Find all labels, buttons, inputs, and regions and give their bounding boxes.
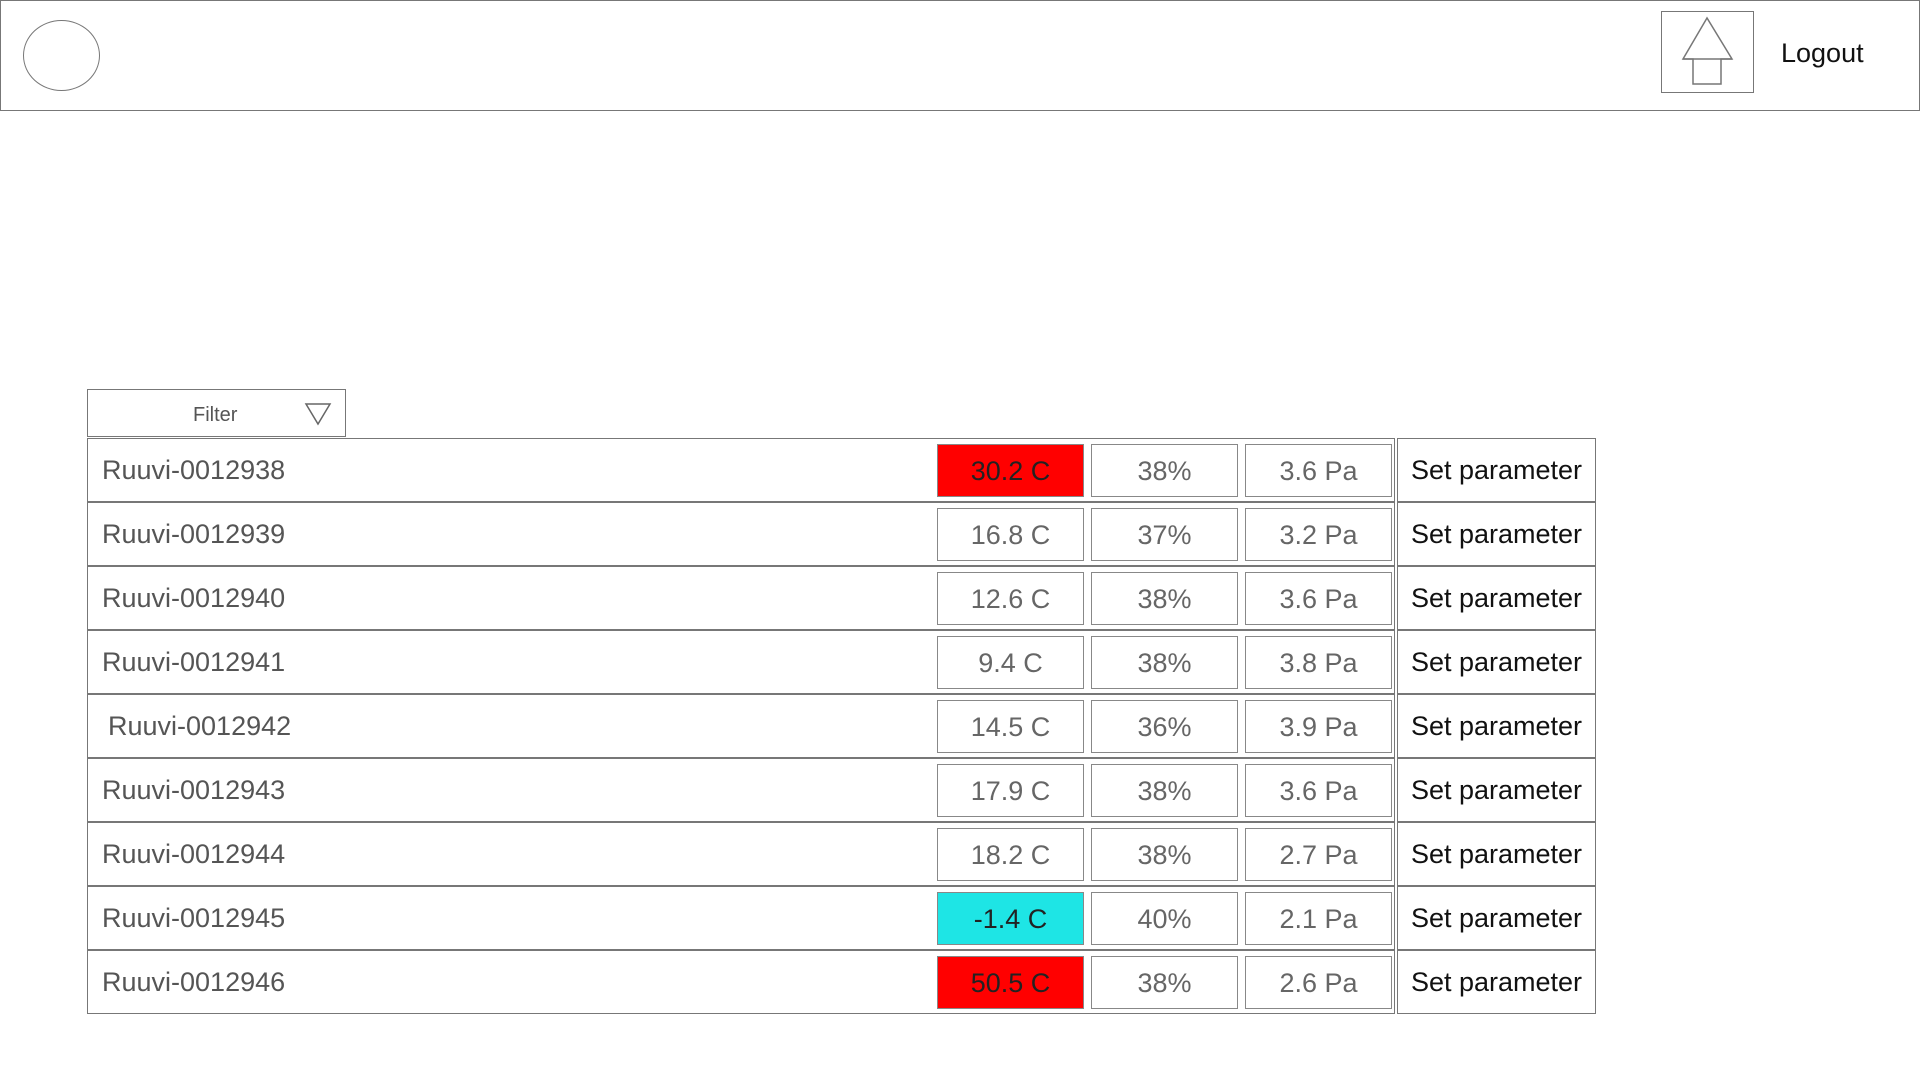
temperature-cell: 18.2 C	[937, 828, 1084, 881]
logout-button[interactable]: Logout	[1781, 38, 1901, 69]
humidity-cell: 38%	[1091, 572, 1238, 625]
device-name: Ruuvi-0012944	[102, 839, 286, 869]
chevron-down-icon	[304, 403, 332, 426]
table-row: Ruuvi-0012946 50.5 C 38% 2.6 Pa	[87, 950, 1395, 1014]
device-name: Ruuvi-0012940	[102, 583, 286, 613]
set-parameter-button[interactable]: Set parameter	[1397, 886, 1596, 950]
table-row: Ruuvi-0012944 18.2 C 38% 2.7 Pa	[87, 822, 1395, 886]
table-row: Ruuvi-0012941 9.4 C 38% 3.8 Pa	[87, 630, 1395, 694]
temperature-cell: 30.2 C	[937, 444, 1084, 497]
device-name: Ruuvi-0012943	[102, 775, 286, 805]
table-row: Ruuvi-0012943 17.9 C 38% 3.6 Pa	[87, 758, 1395, 822]
pressure-cell: 3.6 Pa	[1245, 572, 1392, 625]
temperature-cell: 17.9 C	[937, 764, 1084, 817]
table-row: Ruuvi-0012939 16.8 C 37% 3.2 Pa	[87, 502, 1395, 566]
avatar[interactable]	[23, 20, 100, 91]
device-name: Ruuvi-0012945	[102, 903, 286, 933]
temperature-cell: 14.5 C	[937, 700, 1084, 753]
set-parameter-button[interactable]: Set parameter	[1397, 502, 1596, 566]
temperature-cell: 12.6 C	[937, 572, 1084, 625]
humidity-cell: 38%	[1091, 444, 1238, 497]
filter-dropdown[interactable]: Filter	[87, 389, 346, 437]
temperature-cell: 16.8 C	[937, 508, 1084, 561]
home-arrow-icon	[1681, 16, 1734, 85]
temperature-cell: 50.5 C	[937, 956, 1084, 1009]
pressure-cell: 3.2 Pa	[1245, 508, 1392, 561]
humidity-cell: 38%	[1091, 828, 1238, 881]
set-parameter-button[interactable]: Set parameter	[1397, 630, 1596, 694]
table-row: Ruuvi-0012945 -1.4 C 40% 2.1 Pa	[87, 886, 1395, 950]
device-name: Ruuvi-0012939	[102, 519, 286, 549]
filter-label: Filter	[193, 404, 238, 426]
pressure-cell: 2.6 Pa	[1245, 956, 1392, 1009]
table-row: Ruuvi-0012942 14.5 C 36% 3.9 Pa	[87, 694, 1395, 758]
home-button[interactable]	[1661, 11, 1754, 93]
pressure-cell: 2.1 Pa	[1245, 892, 1392, 945]
humidity-cell: 38%	[1091, 956, 1238, 1009]
device-name: Ruuvi-0012946	[102, 967, 286, 997]
temperature-cell: 9.4 C	[937, 636, 1084, 689]
pressure-cell: 2.7 Pa	[1245, 828, 1392, 881]
humidity-cell: 37%	[1091, 508, 1238, 561]
set-parameter-button[interactable]: Set parameter	[1397, 694, 1596, 758]
humidity-cell: 38%	[1091, 636, 1238, 689]
device-name: Ruuvi-0012938	[102, 455, 286, 485]
humidity-cell: 40%	[1091, 892, 1238, 945]
pressure-cell: 3.6 Pa	[1245, 444, 1392, 497]
table-row: Ruuvi-0012940 12.6 C 38% 3.6 Pa	[87, 566, 1395, 630]
set-parameter-button[interactable]: Set parameter	[1397, 438, 1596, 502]
pressure-cell: 3.8 Pa	[1245, 636, 1392, 689]
humidity-cell: 38%	[1091, 764, 1238, 817]
humidity-cell: 36%	[1091, 700, 1238, 753]
set-parameter-button[interactable]: Set parameter	[1397, 822, 1596, 886]
set-parameter-button[interactable]: Set parameter	[1397, 758, 1596, 822]
set-parameter-button[interactable]: Set parameter	[1397, 566, 1596, 630]
app-header: Logout	[0, 0, 1920, 111]
device-name: Ruuvi-0012942	[108, 711, 292, 741]
temperature-cell: -1.4 C	[937, 892, 1084, 945]
set-parameter-button[interactable]: Set parameter	[1397, 950, 1596, 1014]
device-name: Ruuvi-0012941	[102, 647, 286, 677]
table-row: Ruuvi-0012938 30.2 C 38% 3.6 Pa	[87, 438, 1395, 502]
pressure-cell: 3.9 Pa	[1245, 700, 1392, 753]
pressure-cell: 3.6 Pa	[1245, 764, 1392, 817]
